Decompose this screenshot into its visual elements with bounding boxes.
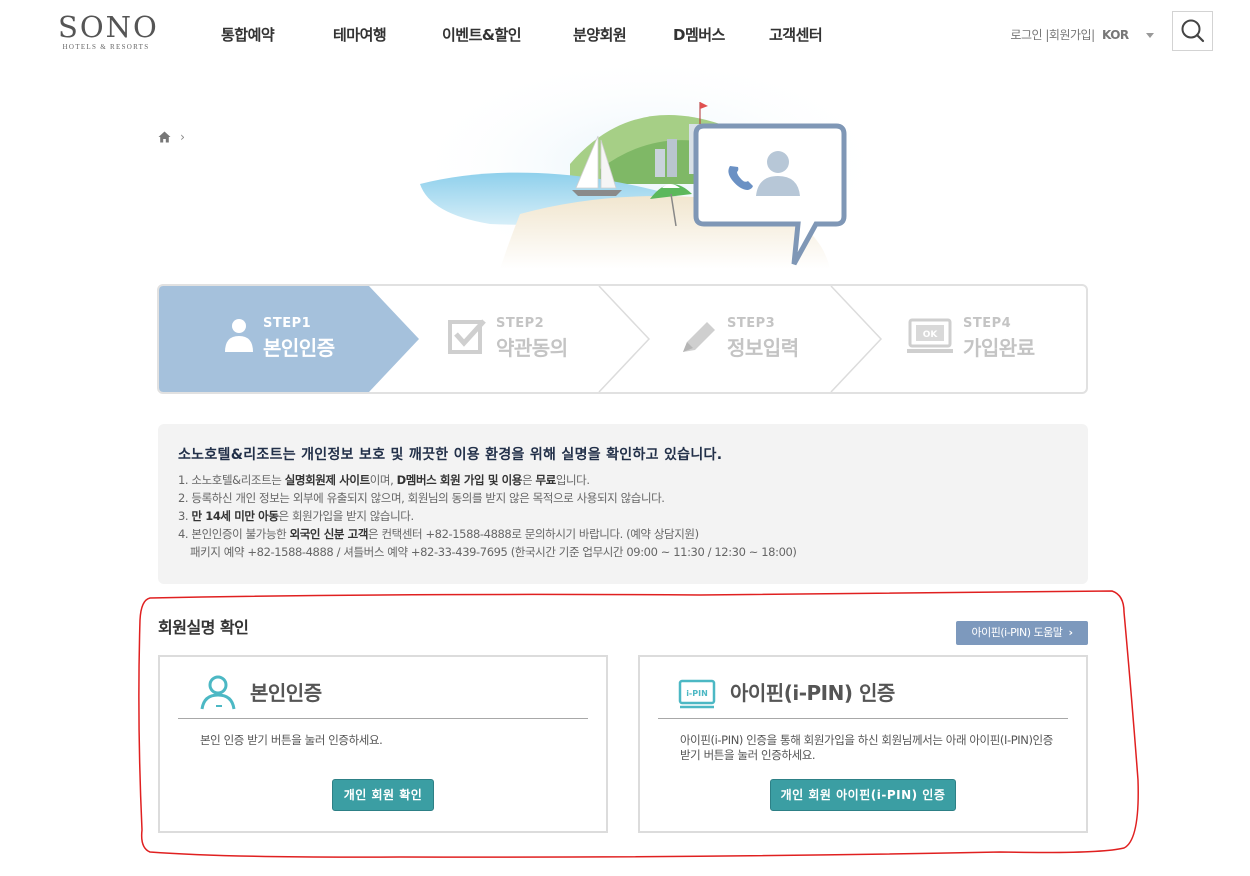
checkbox-icon (448, 319, 486, 354)
notice-item-2: 2. 등록하신 개인 정보는 외부에 유출되지 않으며, 회원님의 동의를 받지… (178, 491, 665, 505)
notice-item-3: 3. 만 14세 미만 아동은 회원가입을 받지 않습니다. (178, 509, 414, 523)
step-name: 정보입력 (727, 336, 799, 360)
notice-box: 소노호텔&리조트는 개인정보 보호 및 깨끗한 이용 환경을 위해 실명을 확인… (158, 424, 1088, 584)
section-title: 회원실명 확인 (158, 618, 249, 637)
language-select[interactable]: KOR (1102, 28, 1129, 42)
sono-logo[interactable]: SONO HOTELS & RESORTS (58, 10, 159, 51)
panel-title: 아이핀(i-PIN) 인증 (730, 681, 895, 705)
home-icon[interactable] (158, 131, 171, 143)
util-separator: | (1091, 28, 1095, 42)
panel-title: 본인인증 (250, 681, 322, 705)
ipin-icon-text: i-PIN (686, 689, 708, 698)
nav-integrated-booking[interactable]: 통합예약 (221, 24, 275, 45)
step-number: STEP1 (263, 316, 312, 331)
user-icon (225, 319, 253, 352)
step-name: 본인인증 (263, 336, 335, 360)
notice-title: 소노호텔&리조트는 개인정보 보호 및 깨끗한 이용 환경을 위해 실명을 확인… (178, 447, 723, 463)
panel-description: 본인 인증 받기 버튼을 눌러 인증하세요. (200, 733, 383, 747)
ipin-icon: i-PIN (678, 679, 716, 709)
person-outline-icon (200, 675, 236, 710)
panel-description: 아이핀(i-PIN) 인증을 통해 회원가입을 하신 회원님께서는 아래 아이핀… (680, 733, 1053, 762)
search-icon (1181, 19, 1205, 43)
ipin-verification-panel: i-PIN 아이핀(i-PIN) 인증 아이핀(i-PIN) 인증을 통해 회원… (638, 655, 1088, 833)
self-verification-panel: 본인인증 본인 인증 받기 버튼을 눌러 인증하세요. 개인 회원 확인 (158, 655, 608, 833)
notice-item-1: 1. 소노호텔&리조트는 실명회원제 사이트이며, D멤버스 회원 가입 및 이… (178, 473, 590, 487)
ipin-help-label: 아이핀(i-PIN) 도움말 (971, 626, 1063, 639)
panel-header: i-PIN 아이핀(i-PIN) 인증 (658, 669, 1068, 719)
personal-member-ipin-button[interactable]: 개인 회원 아이핀(i-PIN) 인증 (770, 779, 956, 811)
utility-links: 로그인 |회원가입| KOR (1010, 26, 1154, 43)
step-name: 가입완료 (963, 336, 1035, 360)
nav-d-members[interactable]: D멤버스 (673, 24, 725, 45)
notice-item-4-contacts: 패키지 예약 +82-1588-4888 / 셔틀버스 예약 +82-33-43… (190, 545, 797, 559)
step-name: 약관동의 (496, 336, 568, 360)
step-number: STEP4 (963, 316, 1012, 331)
step-number: STEP2 (496, 316, 545, 331)
nav-theme-travel[interactable]: 테마여행 (333, 24, 387, 45)
nav-events-discounts[interactable]: 이벤트&할인 (442, 24, 522, 45)
ipin-help-button[interactable]: 아이핀(i-PIN) 도움말 › (956, 621, 1088, 645)
pencil-icon (683, 322, 715, 352)
chevron-right-icon: › (1068, 626, 1073, 639)
chevron-down-icon[interactable] (1146, 33, 1154, 38)
monitor-ok-icon: OK (907, 318, 953, 353)
hero-illustration (410, 54, 890, 274)
nav-customer-center[interactable]: 고객센터 (769, 24, 823, 45)
personal-member-verify-button[interactable]: 개인 회원 확인 (332, 779, 434, 811)
breadcrumb: › (158, 126, 185, 144)
svg-text:OK: OK (923, 330, 939, 340)
signup-steps: STEP1 본인인증 STEP2 약관동의 STEP3 정보입력 OK STEP… (157, 284, 1088, 394)
logo-sub-text: HOTELS & RESORTS (62, 43, 150, 51)
nav-membership-sale[interactable]: 분양회원 (573, 24, 627, 45)
panel-header: 본인인증 (178, 669, 588, 719)
search-button[interactable] (1172, 11, 1213, 51)
step-number: STEP3 (727, 316, 776, 331)
login-link[interactable]: 로그인 (1010, 28, 1042, 42)
notice-item-4: 4. 본인인증이 불가능한 외국인 신분 고객은 컨택센터 +82-1588-4… (178, 527, 699, 541)
breadcrumb-separator: › (180, 129, 185, 144)
logo-main-text: SONO (58, 10, 159, 44)
signup-link[interactable]: 회원가입 (1049, 28, 1092, 42)
